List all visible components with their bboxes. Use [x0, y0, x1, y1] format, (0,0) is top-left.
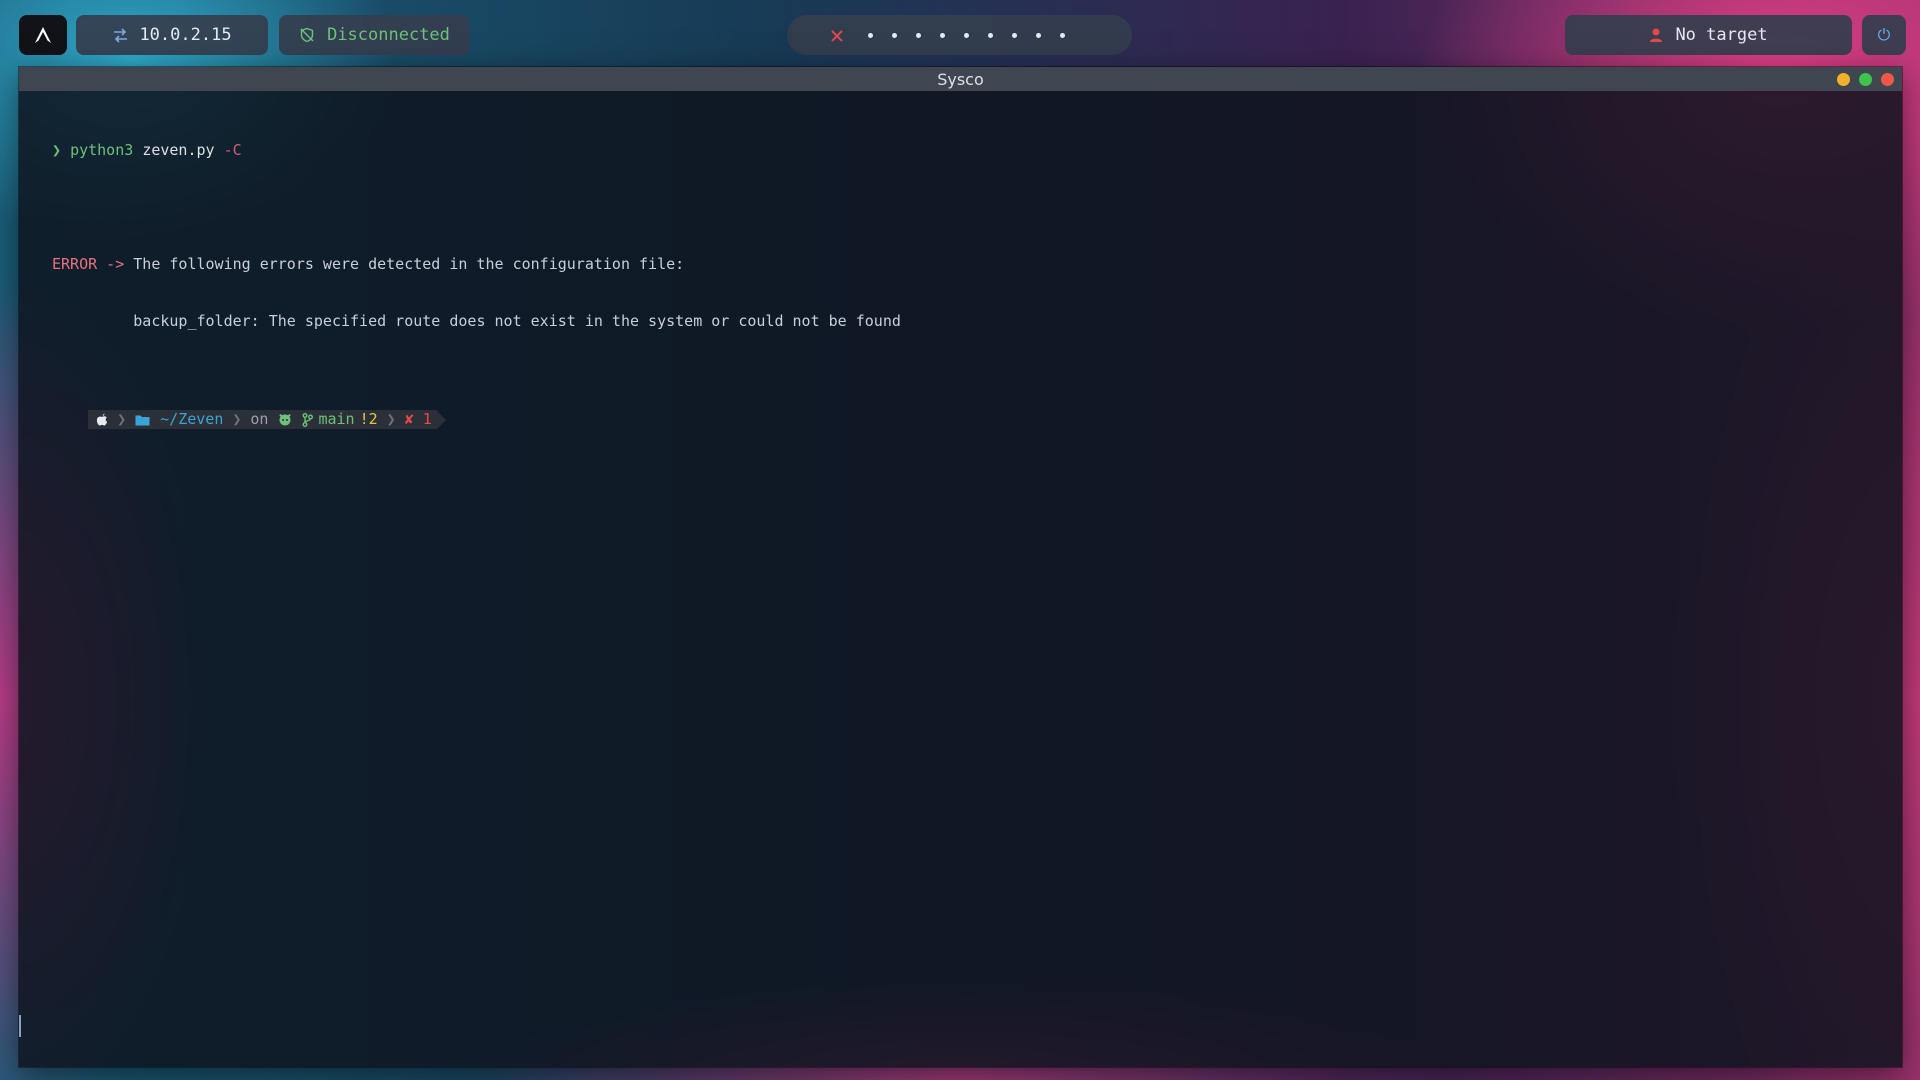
command-arg: zeven.py: [142, 141, 215, 159]
target-widget[interactable]: No target: [1565, 15, 1852, 55]
workspace-dot[interactable]: [1012, 32, 1017, 38]
minimize-button[interactable]: [1837, 73, 1850, 86]
power-icon: ⏻: [1877, 25, 1891, 44]
workspace-dot[interactable]: [964, 32, 969, 38]
maximize-button[interactable]: [1859, 73, 1872, 86]
workspace-dot[interactable]: [1036, 32, 1041, 38]
target-text: No target: [1675, 25, 1768, 45]
terminal-cursor: [19, 1015, 21, 1037]
git-branch-icon: [297, 410, 319, 429]
github-icon: [273, 410, 298, 429]
workspace-dot[interactable]: [916, 32, 921, 38]
exit-status: ✘ 1: [399, 410, 437, 429]
vpn-status-widget[interactable]: Disconnected: [279, 15, 470, 55]
arch-logo-icon: [35, 27, 51, 43]
powerline-separator-icon: ❯: [113, 410, 131, 429]
workspace-switcher[interactable]: ✕: [787, 15, 1132, 55]
window-titlebar[interactable]: Sysco: [19, 67, 1902, 91]
error-tag: ERROR ->: [52, 255, 125, 273]
active-workspace-close-icon[interactable]: ✕: [825, 23, 849, 47]
prompt-symbol: ❯: [52, 141, 62, 159]
powerline-on-label: on: [245, 410, 274, 429]
command-flag: -C: [223, 141, 242, 159]
workspace-dot[interactable]: [940, 32, 945, 38]
terminal-window[interactable]: Sysco ❯ python3 zeven.py -C ERROR -> The…: [19, 67, 1902, 1067]
folder-icon: [130, 410, 156, 429]
target-user-icon: [1650, 28, 1663, 42]
error-line: ERROR -> The following errors were detec…: [52, 255, 1882, 274]
error-message: The following errors were detected in th…: [133, 255, 685, 273]
powerline-end-cap: [436, 410, 446, 429]
terminal-output[interactable]: ❯ python3 zeven.py -C ERROR -> The follo…: [52, 103, 1882, 451]
error-detail: backup_folder: The specified route does …: [133, 312, 901, 330]
git-branch-name: main: [318, 410, 360, 429]
ip-address-text: 10.0.2.15: [139, 25, 232, 45]
window-title: Sysco: [937, 69, 984, 89]
command-line: ❯ python3 zeven.py -C: [52, 141, 1882, 160]
error-detail-line: backup_folder: The specified route does …: [52, 312, 1882, 331]
workspace-dot[interactable]: [892, 32, 897, 38]
network-icon: [114, 27, 128, 43]
launcher-button[interactable]: [19, 15, 67, 55]
powerline-separator-icon: ❯: [228, 410, 246, 429]
ip-address-widget[interactable]: 10.0.2.15: [76, 15, 268, 55]
current-directory: ~/Zeven: [155, 410, 229, 429]
powerline-separator-icon: ❯: [382, 410, 400, 429]
command-name: python3: [70, 141, 134, 159]
close-button[interactable]: [1881, 73, 1894, 86]
workspace-dot[interactable]: [988, 32, 993, 38]
git-modified-count: !2: [359, 410, 383, 429]
powerline-prompt: ❯ ~/Zeven ❯ on main !2 ❯ ✘ 1: [88, 410, 446, 429]
power-button[interactable]: ⏻: [1862, 15, 1906, 55]
apple-icon: [88, 410, 114, 429]
workspace-dot[interactable]: [868, 32, 873, 38]
vpn-shield-off-icon: [300, 27, 314, 43]
workspace-dot[interactable]: [1060, 32, 1065, 38]
vpn-status-text: Disconnected: [327, 25, 450, 45]
